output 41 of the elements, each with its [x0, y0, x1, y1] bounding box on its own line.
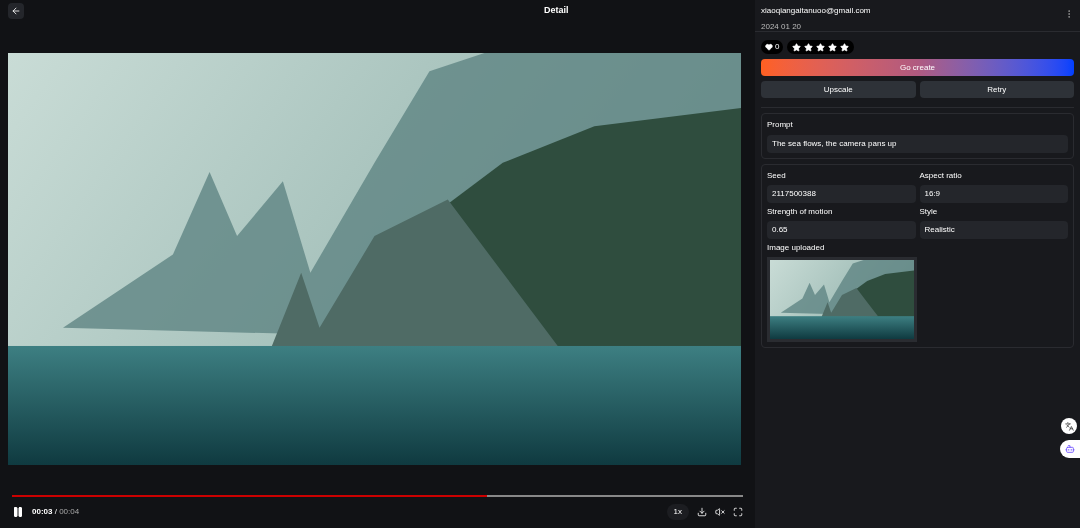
value-field: 0.65 — [767, 221, 916, 239]
translate-icon[interactable] — [1061, 418, 1077, 434]
pause-button[interactable] — [12, 506, 24, 518]
star-icon — [828, 42, 838, 52]
author-email: xiaoqiangaitanuoo@gmail.com — [761, 5, 871, 17]
download-arrow-icon — [697, 507, 707, 517]
fullscreen-button[interactable] — [733, 507, 743, 517]
heart-icon — [765, 43, 773, 51]
action-button[interactable]: Upscale — [761, 81, 916, 98]
star-icon — [816, 42, 826, 52]
star-icon — [804, 42, 814, 52]
translate-glyph-icon — [1064, 421, 1074, 431]
field-label: Image uploaded — [767, 242, 826, 254]
field-label: Seed — [767, 170, 787, 182]
muted-icon[interactable] — [715, 507, 725, 517]
field-label: Style — [919, 206, 939, 218]
pause-icon — [12, 506, 24, 518]
value-field: Realistic — [919, 221, 1068, 239]
fullscreen-icon — [733, 507, 743, 517]
speed-button[interactable]: 1x — [666, 504, 689, 520]
field-label: Prompt — [767, 119, 794, 131]
time-display: 00:03 / 00:04 — [32, 506, 80, 518]
back-arrow-icon — [11, 6, 21, 16]
star-icon — [840, 42, 850, 52]
download-icon[interactable] — [697, 507, 707, 517]
prompt-field: The sea flows, the camera pans up — [767, 135, 1068, 153]
post-date: 2024 01 20 — [761, 21, 803, 33]
action-button[interactable]: Retry — [919, 81, 1074, 98]
back-button[interactable] — [8, 3, 24, 19]
go-create-button[interactable]: Go create — [761, 59, 1074, 76]
value-field: 16:9 — [919, 185, 1068, 203]
star-icon — [792, 42, 802, 52]
page-title: Detail — [544, 4, 569, 18]
speaker-x-icon — [715, 507, 725, 517]
star-rating[interactable] — [792, 42, 850, 52]
like-button[interactable]: 0 — [761, 40, 784, 54]
bot-icon[interactable] — [1060, 440, 1080, 458]
field-label: Aspect ratio — [919, 170, 963, 182]
robot-face-icon — [1065, 444, 1075, 454]
field-label: Strength of motion — [767, 206, 834, 218]
value-field: 2117500388 — [767, 185, 916, 203]
